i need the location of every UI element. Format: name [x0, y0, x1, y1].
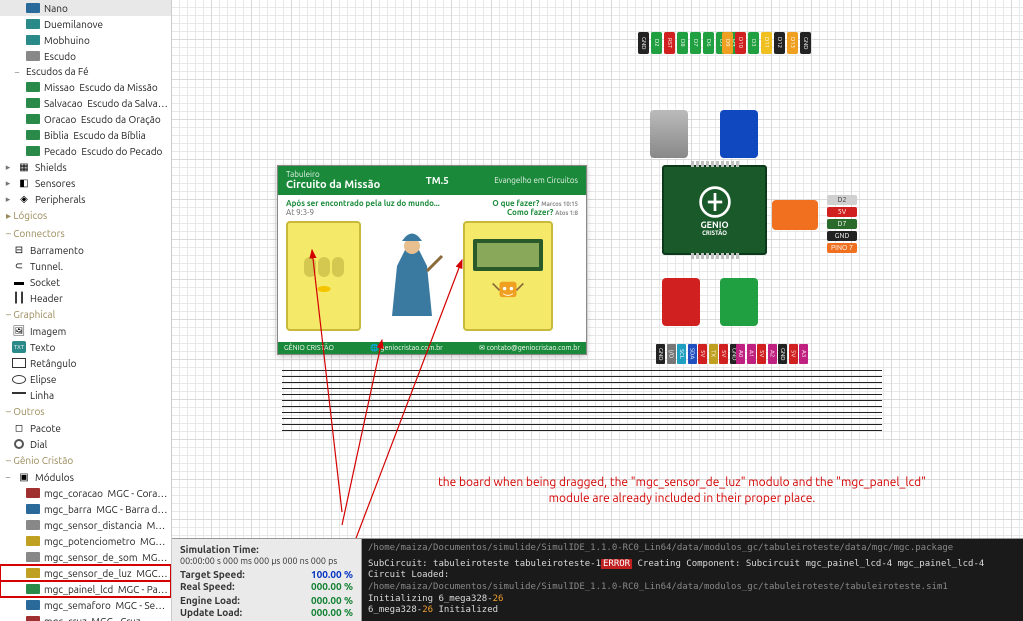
side-pin-labels: D25VD7GNDPINO 7 [827, 195, 857, 253]
console-output[interactable]: /home/maiza/Documentos/simulide/SimulIDE… [362, 539, 1023, 621]
rectangle-icon [12, 357, 26, 369]
genio-logo-icon [697, 184, 733, 220]
mascot-icon [491, 275, 525, 309]
tree-item-texto[interactable]: TXTTexto [0, 339, 171, 355]
connector-red[interactable] [662, 278, 700, 326]
expand-icon: ▸ [3, 178, 13, 189]
circuit-canvas[interactable]: Tabuleiro Circuito da Missão TM.5 Evange… [172, 0, 1023, 538]
header-icon: ┃┃ [12, 292, 26, 304]
package-icon: ◻ [12, 422, 26, 434]
tree-group-escudos-fe[interactable]: –Escudos da Fé [0, 64, 171, 79]
tree-item-linha[interactable]: Linha [0, 387, 171, 403]
painel-lcd-module[interactable] [463, 221, 553, 331]
tree-item-barramento[interactable]: ⊟Barramento [0, 242, 171, 258]
image-icon: 🖼 [12, 325, 26, 337]
board-tabuleiro[interactable]: Tabuleiro Circuito da Missão TM.5 Evange… [277, 165, 587, 355]
tree-item-mgc-sensor-luz[interactable]: mgc_sensor_de_luz MGC - Sensor ... [0, 565, 171, 581]
connector-green[interactable] [720, 278, 758, 326]
question-block: O que fazer? Marcos 10:15 Como fazer? At… [492, 199, 578, 217]
tree-item-socket[interactable]: ▬Socket [0, 274, 171, 290]
board-footer: GÊNIO CRISTÃO 🌐 geniocristao.com.br ✉ co… [278, 342, 586, 354]
socket-icon: ▬ [12, 276, 26, 288]
expand-icon: ▸ [3, 194, 13, 205]
annotation-text: the board when being dragged, the "mgc_s… [422, 475, 942, 506]
tunnel-icon: ⊂ [12, 260, 26, 272]
tree-item-mgc-coracao[interactable]: mgc_coracao MGC - Coração [0, 485, 171, 501]
tree-group-peripherals[interactable]: ▸◈Peripherals [0, 191, 171, 207]
wiring [282, 360, 882, 450]
tree-item-elipse[interactable]: Elipse [0, 371, 171, 387]
component-tree[interactable]: Nano Duemilanove Mobhuino Escudo –Escudo… [0, 0, 172, 621]
category-logicos[interactable]: ▸ Lógicos [0, 207, 171, 225]
category-graphical[interactable]: – Graphical [0, 306, 171, 323]
modules-icon: ▣ [17, 471, 31, 483]
category-genio-cristao[interactable]: – Gênio Cristão [0, 452, 171, 469]
connector-serial[interactable] [650, 110, 688, 158]
tree-item-salvacao[interactable]: Salvacao Escudo da Salvação [0, 95, 171, 111]
category-connectors[interactable]: – Connectors [0, 225, 171, 242]
tree-item-mobhuino[interactable]: Mobhuino [0, 32, 171, 48]
tree-item-pacote[interactable]: ◻Pacote [0, 420, 171, 436]
bottom-panel: Simulation Time: 00:00:00 s 000 ms 000 µ… [172, 538, 1023, 621]
tree-item-missao[interactable]: Missao Escudo da Missão [0, 79, 171, 95]
tree-group-sensores[interactable]: ▸◧Sensores [0, 175, 171, 191]
tree-item-duemilanove[interactable]: Duemilanove [0, 16, 171, 32]
dial-icon [12, 438, 26, 450]
simulation-stats: Simulation Time: 00:00:00 s 000 ms 000 µ… [172, 539, 362, 621]
collapse-icon: – [12, 67, 22, 77]
tree-group-shields[interactable]: ▸▦Shields [0, 159, 171, 175]
bus-icon: ⊟ [12, 244, 26, 256]
tree-item-biblia[interactable]: Biblia Escudo da Bíblia [0, 127, 171, 143]
tree-item-escudo[interactable]: Escudo [0, 48, 171, 64]
connector-usb[interactable] [720, 110, 758, 158]
mcu-board[interactable]: GENIO CRISTÃO [662, 165, 767, 255]
connector-orange[interactable] [772, 200, 818, 230]
peripherals-icon: ◈ [17, 193, 31, 205]
sun-icon [309, 282, 339, 296]
tree-item-mgc-semaforo[interactable]: mgc_semaforo MGC - Semáforo [0, 597, 171, 613]
category-outros[interactable]: – Outros [0, 403, 171, 420]
tree-item-mgc-barra[interactable]: mgc_barra MGC - Barra de LEDs [0, 501, 171, 517]
tree-item-tunnel[interactable]: ⊂Tunnel. [0, 258, 171, 274]
tree-item-imagem[interactable]: 🖼Imagem [0, 323, 171, 339]
tree-item-oracao[interactable]: Oracao Escudo da Oração [0, 111, 171, 127]
top-pin-labels-right: D9D10D3D11D12D13GND [722, 32, 811, 54]
text-icon: TXT [12, 341, 26, 353]
scripture-text: Após ser encontrado pela luz do mundo... [286, 199, 440, 208]
tree-item-mgc-sensor-distancia[interactable]: mgc_sensor_distancia MGC - Sen... [0, 517, 171, 533]
collapse-icon: – [3, 472, 13, 482]
tree-group-modulos[interactable]: –▣Módulos [0, 469, 171, 485]
line-icon [12, 389, 26, 401]
expand-icon: ▸ [3, 162, 13, 173]
lcd-screen [473, 239, 543, 271]
sensor-luz-module[interactable] [286, 221, 361, 331]
tree-item-header[interactable]: ┃┃Header [0, 290, 171, 306]
sensors-icon: ◧ [17, 177, 31, 189]
wizard-illustration [367, 221, 457, 331]
tree-item-nano[interactable]: Nano [0, 0, 171, 16]
board-header: Tabuleiro Circuito da Missão TM.5 Evange… [278, 166, 586, 195]
tree-item-mgc-painel-lcd[interactable]: mgc_painel_lcd MGC - Painel LCD [0, 581, 171, 597]
tree-item-mgc-potenciometro[interactable]: mgc_potenciometro MGC - Potenci... [0, 533, 171, 549]
shields-icon: ▦ [17, 161, 31, 173]
tree-item-retangulo[interactable]: Retângulo [0, 355, 171, 371]
ellipse-icon [12, 373, 26, 385]
tree-item-pecado[interactable]: Pecado Escudo do Pecado [0, 143, 171, 159]
tree-item-mgc-cruz[interactable]: mgc_cruz MGC - Cruz [0, 613, 171, 621]
tree-item-dial[interactable]: Dial [0, 436, 171, 452]
tree-item-mgc-sensor-som[interactable]: mgc_sensor_de_som MGC - Sensor ... [0, 549, 171, 565]
